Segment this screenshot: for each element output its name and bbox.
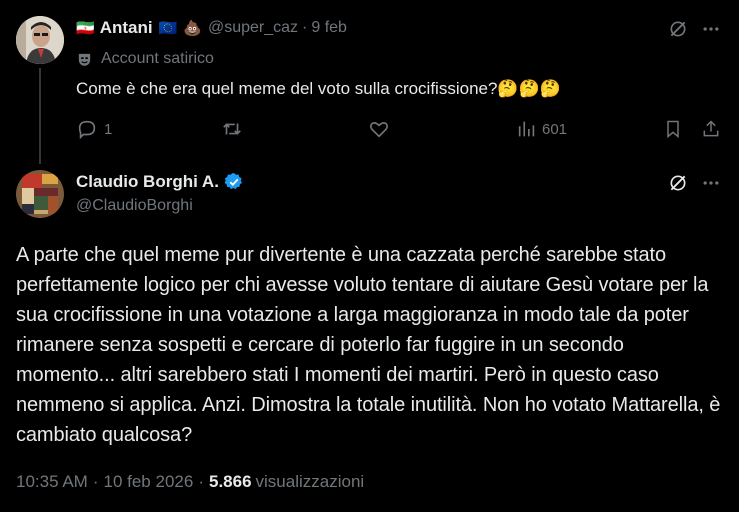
tweet-date[interactable]: 9 feb — [311, 19, 347, 37]
heart-icon — [368, 118, 390, 140]
main-header: Claudio Borghi A. — [76, 171, 244, 193]
more-options-icon[interactable] — [700, 172, 722, 194]
share-button[interactable] — [700, 118, 722, 140]
satire-label: Account satirico — [76, 48, 214, 70]
handle[interactable]: @super_caz — [208, 19, 298, 37]
avatar[interactable] — [16, 16, 64, 64]
parent-tweet-text: Come è che era quel meme del voto sulla … — [76, 79, 561, 98]
tweet-time[interactable]: 10:35 AM — [16, 472, 88, 492]
repost-button[interactable] — [220, 117, 244, 141]
views-count: 5.866 — [208, 472, 252, 491]
avatar-painting — [16, 170, 64, 218]
bookmark-icon — [663, 119, 683, 139]
parent-header: 🇮🇷 Antani 🇪🇺 💩 @super_caz · 9 feb — [76, 17, 347, 39]
reply-icon — [76, 118, 98, 140]
eu-flag-icon: 🇪🇺 — [158, 20, 178, 37]
repost-icon — [220, 118, 244, 140]
grok-icon[interactable] — [667, 18, 689, 40]
bookmark-button[interactable] — [662, 118, 684, 140]
tweet-meta: 10:35 AM · 10 feb 2026 · 5.866 visualizz… — [16, 471, 364, 493]
share-icon — [701, 119, 721, 139]
avatar-portrait — [16, 16, 64, 64]
views-label: visualizzazioni — [255, 472, 365, 491]
views-count: 601 — [542, 120, 568, 138]
reply-count: 1 — [104, 120, 113, 138]
tweet-date[interactable]: 10 feb 2026 — [104, 472, 194, 492]
separator-dot: · — [92, 472, 99, 491]
main-tweet-text: A parte che quel meme pur divertente è u… — [16, 244, 721, 446]
mask-icon — [76, 51, 93, 68]
display-name[interactable]: Antani — [100, 18, 153, 38]
avatar[interactable] — [16, 170, 64, 218]
handle[interactable]: @ClaudioBorghi — [76, 197, 193, 215]
separator-dot: · — [302, 19, 308, 36]
label-text: Account satirico — [101, 50, 214, 67]
flag-icon: 🇮🇷 — [76, 20, 95, 37]
poop-emoji-icon: 💩 — [183, 20, 202, 37]
separator-dot: · — [198, 472, 204, 491]
like-button[interactable] — [368, 117, 390, 141]
grok-icon[interactable] — [667, 172, 689, 194]
verified-badge-icon — [224, 172, 244, 192]
views-button[interactable]: 601 — [516, 117, 567, 141]
analytics-icon — [516, 118, 538, 140]
reply-button[interactable]: 1 — [76, 117, 112, 141]
more-options-icon[interactable] — [700, 18, 722, 40]
thread-line — [39, 68, 41, 164]
display-name[interactable]: Claudio Borghi A. — [76, 172, 219, 192]
